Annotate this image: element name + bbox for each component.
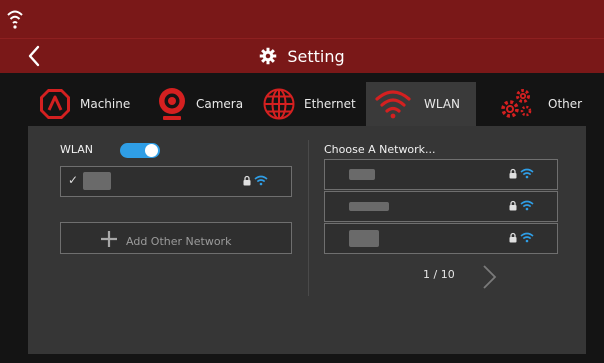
redacted-network-name — [349, 202, 389, 211]
wifi-signal-icon — [520, 168, 534, 179]
tab-wlan-label: WLAN — [424, 97, 461, 111]
tab-camera-label: Camera — [196, 97, 244, 111]
tab-other-label: Other — [548, 97, 583, 111]
settings-tabs: Machine Camera Ethernet WLAN Other — [28, 82, 586, 126]
wlan-label: WLAN — [60, 143, 94, 156]
tab-ethernet[interactable]: Ethernet — [262, 82, 362, 126]
network-status-icons — [509, 200, 534, 211]
device-screen: Setting Machine Camera Ethernet WLAN Oth… — [0, 0, 604, 363]
gears-icon — [501, 89, 532, 118]
wifi-signal-icon — [520, 200, 534, 211]
tab-camera[interactable]: Camera — [156, 82, 256, 126]
redacted-network-name — [349, 230, 379, 247]
page-title-group: Setting — [0, 39, 604, 73]
lock-icon — [509, 200, 517, 211]
add-other-network-label: Add Other Network — [126, 235, 232, 248]
gear-icon — [260, 47, 277, 65]
machine-icon — [40, 89, 70, 119]
wlan-panel: WLAN ✓ Add Other Network Choose A Networ… — [28, 126, 586, 354]
camera-icon — [159, 88, 185, 120]
lock-icon — [509, 232, 517, 243]
add-other-network-button[interactable]: Add Other Network — [60, 222, 292, 254]
redacted-network-name — [349, 169, 375, 180]
tab-ethernet-label: Ethernet — [304, 97, 356, 111]
network-list-item[interactable] — [324, 223, 558, 254]
wifi-signal-icon — [520, 232, 534, 243]
ethernet-globe-icon — [263, 88, 295, 120]
title-bar: Setting — [0, 38, 604, 73]
network-status-icons — [509, 168, 534, 179]
tab-machine[interactable]: Machine — [38, 82, 150, 126]
wifi-signal-icon — [254, 175, 268, 186]
toggle-knob — [145, 144, 158, 157]
network-list-item[interactable] — [324, 159, 558, 190]
column-divider — [308, 140, 309, 296]
screen: Setting Machine Camera Ethernet WLAN Oth… — [0, 0, 604, 363]
choose-network-heading: Choose A Network... — [324, 143, 436, 156]
tab-wlan[interactable]: WLAN — [366, 82, 476, 126]
connected-network-row[interactable]: ✓ — [60, 166, 292, 197]
wifi-status-icon — [7, 10, 23, 29]
redacted-network-name — [83, 172, 111, 190]
lock-icon — [509, 168, 517, 179]
tab-other[interactable]: Other — [498, 82, 586, 126]
tab-machine-label: Machine — [80, 97, 131, 111]
page-title: Setting — [287, 46, 345, 66]
lock-icon — [243, 175, 251, 186]
wifi-icon — [375, 90, 411, 119]
wlan-toggle[interactable] — [120, 143, 160, 158]
network-status-icons — [243, 175, 268, 186]
check-icon: ✓ — [68, 173, 79, 187]
status-bar — [0, 0, 604, 38]
plus-icon — [101, 231, 117, 247]
network-list-item[interactable] — [324, 191, 558, 222]
page-indicator: 1 / 10 — [423, 268, 455, 281]
network-status-icons — [509, 232, 534, 243]
next-page-chevron-icon[interactable] — [480, 264, 498, 290]
